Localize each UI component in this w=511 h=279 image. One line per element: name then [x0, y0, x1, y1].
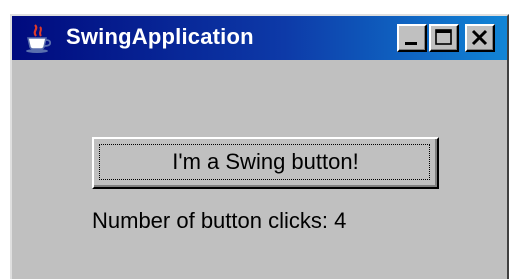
click-count-label: Number of button clicks: 4 — [92, 208, 347, 233]
minimize-icon — [405, 42, 417, 45]
window-title: SwingApplication — [66, 24, 254, 49]
java-coffee-cup-icon[interactable] — [22, 22, 54, 54]
minimize-button[interactable] — [397, 24, 427, 52]
swing-application-window: SwingApplication I'm a Swing button! Num… — [10, 14, 509, 279]
title-bar[interactable]: SwingApplication — [12, 16, 507, 60]
swing-button[interactable]: I'm a Swing button! — [92, 137, 439, 189]
close-icon — [471, 29, 488, 46]
maximize-icon — [435, 29, 452, 45]
swing-button-label: I'm a Swing button! — [172, 149, 359, 174]
maximize-button[interactable] — [429, 24, 459, 52]
content-pane: I'm a Swing button! Number of button cli… — [12, 60, 507, 279]
close-button[interactable] — [465, 24, 495, 52]
